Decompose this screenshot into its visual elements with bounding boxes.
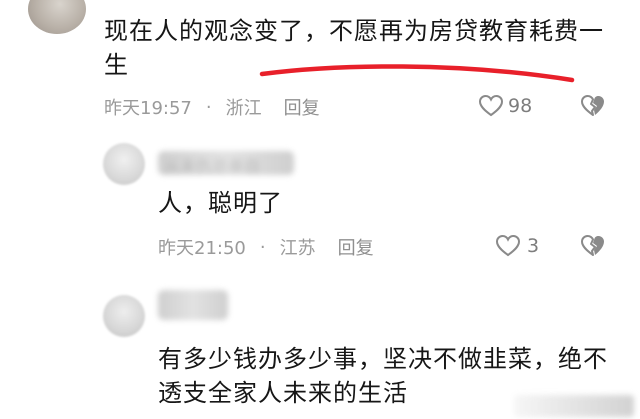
author-name-blurred[interactable]: [158, 290, 228, 320]
reply-button[interactable]: 回复: [338, 234, 374, 260]
comment-time: 昨天21:50: [158, 238, 246, 259]
watermark: [514, 395, 634, 417]
avatar[interactable]: [28, 0, 86, 34]
meta-separator: ·: [205, 96, 212, 118]
reply-button[interactable]: 回复: [284, 94, 320, 120]
comment-text: 人，聪明了: [158, 189, 283, 217]
like-count: 98: [508, 95, 533, 117]
heart-outline-icon: [495, 234, 521, 257]
like-button[interactable]: 98: [478, 94, 532, 118]
comment-location: 江苏: [279, 238, 316, 259]
avatar[interactable]: [103, 143, 145, 185]
comment-meta: 昨天19:57 · 浙江 回复: [104, 94, 320, 120]
avatar[interactable]: [103, 295, 145, 337]
comment-location: 浙江: [225, 98, 262, 119]
like-button[interactable]: 3: [495, 234, 539, 258]
comment-time: 昨天19:57: [104, 98, 192, 119]
meta-separator: ·: [259, 236, 266, 258]
heart-outline-icon: [478, 94, 504, 117]
broken-heart-icon[interactable]: [580, 94, 606, 118]
comment-meta: 昨天21:50 · 江苏 回复: [158, 234, 374, 260]
author-name[interactable]: 从未仇总亲自: [158, 151, 294, 176]
red-underline-annotation: [259, 64, 575, 83]
like-count: 3: [527, 235, 540, 257]
broken-heart-icon[interactable]: [580, 234, 606, 258]
